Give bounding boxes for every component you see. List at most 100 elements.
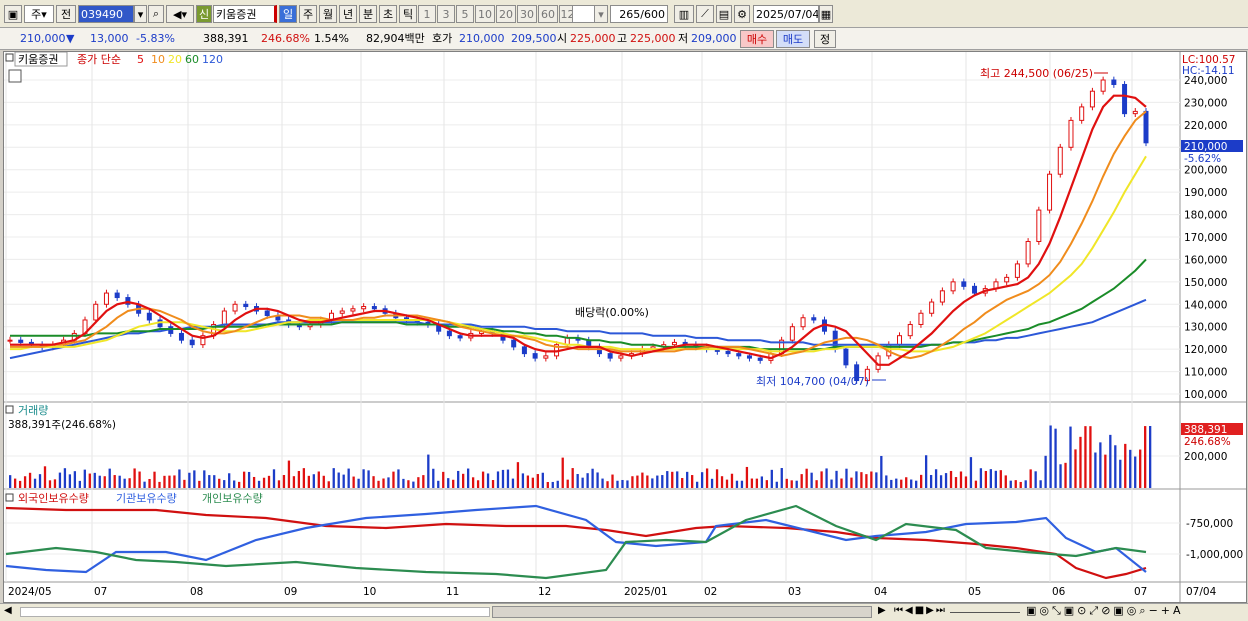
x-tick-label: 2025/01: [624, 586, 668, 598]
x-tick-label: 12: [538, 586, 551, 598]
x-tick-label: 04: [874, 586, 888, 598]
period-1-button[interactable]: 주: [299, 5, 317, 23]
volume-bar: [457, 470, 460, 488]
volume-bar: [1079, 436, 1082, 488]
period-2-button[interactable]: 월: [319, 5, 337, 23]
current-pct-tag-text: -5.62%: [1184, 153, 1221, 165]
candle-body: [532, 353, 538, 359]
volume-bar: [307, 475, 310, 488]
interval-2-button[interactable]: 5: [456, 5, 474, 23]
open-price: 225,000: [570, 32, 616, 45]
save-icon[interactable]: ▤: [716, 5, 732, 23]
date-input[interactable]: 2025/07/04: [753, 5, 819, 23]
holding-legend-label: 외국인보유수량: [18, 492, 89, 505]
volume-bar: [944, 473, 948, 488]
grid-toggle-icon: [8, 69, 22, 83]
volume-bar: [636, 475, 639, 488]
zoom-slider[interactable]: [950, 612, 1020, 613]
volume-bar: [123, 478, 126, 488]
chart-scrollbar[interactable]: ◀ ▶ ⏮◀■▶⏭ ▣◎⤡▣⊙⤢⊘▣◎⌕−+A: [0, 603, 1248, 621]
volume-bar: [1009, 480, 1012, 488]
interval-6-button[interactable]: 60: [538, 5, 558, 23]
stock-code-input[interactable]: 039490: [78, 5, 134, 23]
buy-button[interactable]: 매수: [740, 30, 774, 48]
candle-body: [371, 306, 377, 310]
interval-5-button[interactable]: 30: [517, 5, 537, 23]
playback-icons[interactable]: ⏮◀■▶⏭: [894, 605, 947, 616]
interval-3-button[interactable]: 10: [475, 5, 495, 23]
volume-bar: [695, 481, 699, 488]
search-icon[interactable]: ⌕: [148, 5, 164, 23]
gear-icon[interactable]: ⚙: [734, 5, 750, 23]
x-end-label: 07/04: [1186, 586, 1217, 598]
volume-bar: [631, 476, 634, 488]
volume-bar: [905, 477, 908, 488]
scroll-track[interactable]: [20, 607, 490, 617]
period-6-button[interactable]: 틱: [399, 5, 417, 23]
stock-chart[interactable]: 100,000 110,000 120,000 130,000 140,000 150,0…: [4, 51, 1246, 602]
extra-button[interactable]: 정: [814, 30, 836, 48]
volume-bar: [735, 480, 739, 488]
x-tick-label: 05: [968, 586, 981, 598]
volume-bar: [646, 475, 649, 488]
ma-period-label: 10: [151, 53, 165, 66]
volume-bar: [870, 471, 873, 488]
volume-bar: [447, 478, 450, 488]
prev-button[interactable]: 전: [56, 5, 76, 23]
credit-badge: 신: [196, 5, 212, 23]
sell-button[interactable]: 매도: [776, 30, 810, 48]
speaker-icon[interactable]: ◀▾: [166, 5, 194, 23]
volume-bar: [297, 470, 301, 488]
period-4-button[interactable]: 분: [359, 5, 377, 23]
candle-body: [103, 292, 109, 305]
volume-bar: [178, 469, 181, 488]
volume-bar: [138, 471, 141, 488]
volume-bar: [432, 468, 435, 488]
interval-0-button[interactable]: 1: [418, 5, 436, 23]
volume-bar: [740, 480, 744, 488]
interval-4-button[interactable]: 20: [496, 5, 516, 23]
count-field[interactable]: 265/600: [610, 5, 668, 23]
volume-bar: [1094, 452, 1097, 488]
interval-1-button[interactable]: 3: [437, 5, 455, 23]
calendar-icon[interactable]: ▦: [819, 5, 833, 23]
x-tick-label: 06: [1052, 586, 1066, 598]
market-select[interactable]: 주 ▾: [24, 5, 54, 23]
code-dropdown-icon[interactable]: ▾: [134, 5, 147, 23]
draw-tool-icon[interactable]: ⟋: [696, 5, 714, 23]
volume-bar: [28, 472, 32, 488]
volume-bar: [247, 471, 251, 488]
candle-body: [114, 292, 120, 299]
holding-axis-label: -750,000: [1186, 518, 1233, 530]
candle-body: [1004, 276, 1010, 283]
scroll-right-icon[interactable]: ▶: [878, 605, 886, 616]
volume-bar: [501, 469, 505, 488]
candle-body: [232, 303, 238, 312]
stock-label: 키움증권: [18, 53, 58, 66]
bid-label: 호가: [432, 32, 453, 45]
volume-bar: [581, 477, 584, 488]
candle-type-icon[interactable]: ▥: [674, 5, 694, 23]
scroll-thumb[interactable]: [492, 606, 872, 618]
candle-body: [457, 335, 463, 339]
count-total: /600: [640, 7, 665, 21]
candle-body: [1057, 146, 1063, 175]
volume-bar: [223, 480, 226, 488]
window-icon[interactable]: ▣: [4, 5, 22, 23]
scroll-left-icon[interactable]: ◀: [4, 605, 12, 616]
volume-bar: [666, 471, 669, 488]
volume-bar: [815, 480, 818, 488]
volume-bar: [1039, 480, 1042, 488]
candle-body: [189, 339, 195, 346]
volume-bar: [571, 468, 574, 488]
volume-bar: [586, 473, 589, 488]
period-5-button[interactable]: 초: [379, 5, 397, 23]
period-3-button[interactable]: 년: [339, 5, 357, 23]
period-0-button[interactable]: 일: [279, 5, 297, 23]
chart-area[interactable]: 100,000 110,000 120,000 130,000 140,000 150,0…: [3, 51, 1247, 603]
volume-bar: [322, 475, 325, 488]
candle-body: [511, 339, 517, 348]
interval-dropdown-icon[interactable]: ▾: [594, 5, 608, 23]
tool-icons[interactable]: ▣◎⤡▣⊙⤢⊘▣◎⌕−+A: [1026, 604, 1184, 618]
x-tick-label: 2024/05: [8, 586, 52, 598]
